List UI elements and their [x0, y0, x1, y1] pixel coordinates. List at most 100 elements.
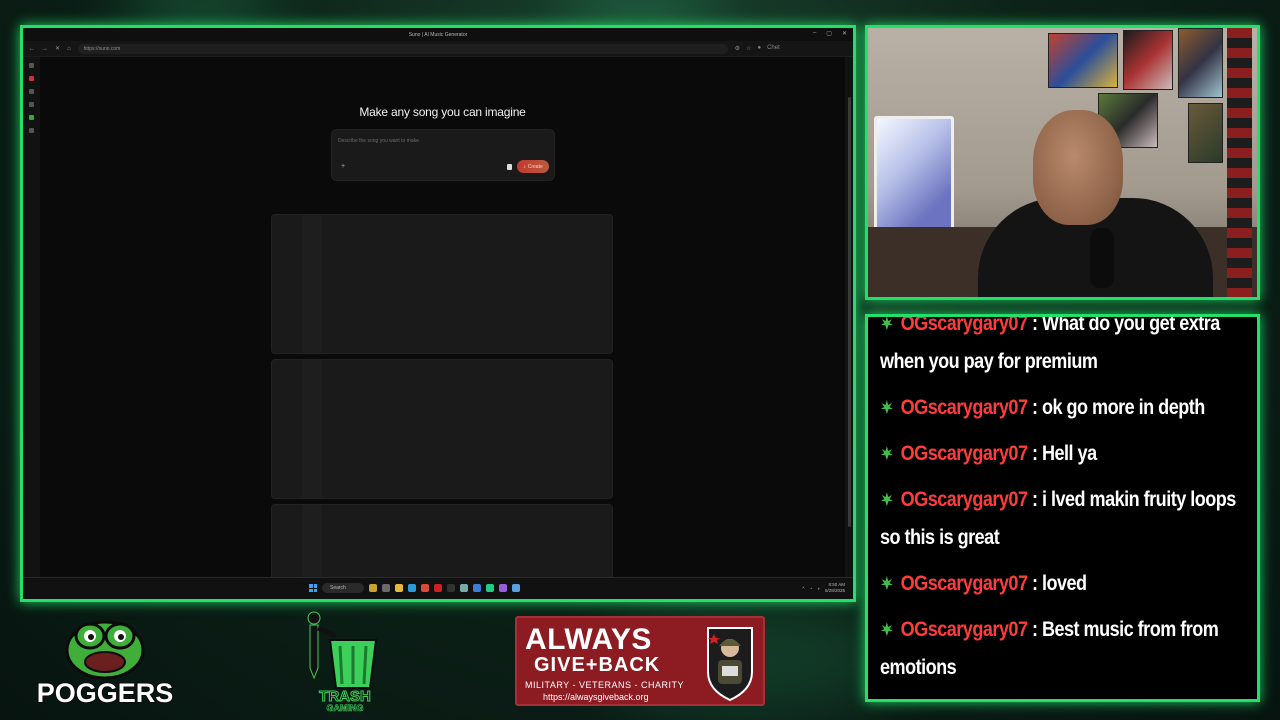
maximize-icon[interactable]: ▢: [826, 30, 832, 37]
song-prompt-input[interactable]: Describe the song you want to make + ♪ C…: [331, 129, 555, 181]
taskbar-app-icon[interactable]: [421, 584, 429, 592]
leaf-icon: [880, 492, 893, 506]
taskbar-app-icon[interactable]: [499, 584, 507, 592]
create-icon: ♪: [523, 163, 526, 170]
clock[interactable]: 8:50 AM 5/28/2025: [825, 582, 845, 594]
leaf-icon: [880, 400, 893, 414]
sidebar-icon[interactable]: [29, 76, 34, 81]
home-icon[interactable]: ⌂: [67, 46, 71, 52]
taskbar-app-icon[interactable]: [434, 584, 442, 592]
shield-icon: [707, 627, 753, 702]
agb-url: https://alwaysgiveback.org: [543, 692, 649, 702]
chat-panel: OGscarygary07 : What do you get extra wh…: [865, 314, 1260, 702]
poggers-logo: POGGERS: [36, 620, 174, 709]
chat-message: OGscarygary07 : Best music from from emo…: [880, 611, 1252, 687]
clock-date: 5/28/2025: [824, 588, 845, 593]
curtain: [1227, 28, 1252, 297]
taskbar-apps: Search: [309, 583, 520, 593]
gaming-pc: [874, 116, 954, 231]
leaf-icon: [880, 622, 893, 636]
poggers-text: POGGERS: [37, 678, 174, 708]
windows-start-icon[interactable]: [309, 584, 317, 592]
agb-tagline: MILITARY - VETERANS - CHARITY: [525, 680, 685, 690]
favorites-icon[interactable]: ☆: [746, 45, 751, 52]
chat-username[interactable]: OGscarygary07: [901, 572, 1028, 595]
sidebar-add-icon[interactable]: [29, 128, 34, 133]
scrollbar[interactable]: [845, 57, 853, 577]
chat-username[interactable]: OGscarygary07: [901, 442, 1028, 465]
sidebar-icon[interactable]: [29, 102, 34, 107]
agb-title: ALWAYS: [525, 623, 652, 656]
volume-icon[interactable]: ◖: [817, 586, 820, 591]
taskbar-search[interactable]: Search: [322, 583, 364, 593]
window-controls: – ▢ ✕: [813, 30, 847, 37]
browser-sidebar: [23, 57, 40, 577]
trash-gaming-logo: TRASH GAMING: [307, 611, 378, 713]
system-tray: ^ ◔ ◖ 8:50 AM 5/28/2025: [802, 582, 845, 594]
webcam-feed: [865, 25, 1260, 300]
suno-page: Make any song you can imagine Describe t…: [40, 57, 845, 584]
url-input[interactable]: https://suno.com: [77, 43, 728, 54]
window-titlebar: Suno | AI Music Generator – ▢ ✕: [23, 28, 853, 41]
chat-username[interactable]: OGscarygary07: [901, 488, 1028, 511]
taskbar-app-icon[interactable]: [512, 584, 520, 592]
forward-icon[interactable]: →: [42, 46, 48, 52]
page-title: Make any song you can imagine: [359, 105, 526, 119]
browser-toolbar: ⚙ ☆ ● Chet: [735, 45, 780, 52]
close-icon[interactable]: ✕: [842, 30, 847, 37]
chat-text: : Hell ya: [1027, 442, 1097, 465]
chat-message: OGscarygary07 : loved: [880, 565, 1252, 603]
search-label: Search: [330, 585, 346, 591]
address-bar: ← → ✕ ⌂ https://suno.com ⚙ ☆ ● Chet: [23, 41, 853, 57]
chat-message: OGscarygary07 : i lved makin fruity loop…: [880, 481, 1252, 557]
trash-bottom-text: GAMING: [327, 703, 364, 713]
extensions-icon[interactable]: ⚙: [735, 45, 740, 52]
agb-subtitle: GIVE+BACK: [534, 654, 661, 676]
taskbar-app-icon[interactable]: [486, 584, 494, 592]
leaf-icon: [880, 576, 893, 590]
prompt-placeholder: Describe the song you want to make: [338, 138, 419, 144]
sidebar-icon[interactable]: [29, 115, 34, 120]
taskbar-app-icon[interactable]: [473, 584, 481, 592]
plus-icon[interactable]: +: [341, 163, 345, 170]
create-button[interactable]: ♪ Create: [517, 160, 549, 173]
profile-name[interactable]: Chet: [767, 45, 780, 52]
leaf-icon: [880, 317, 893, 330]
upload-icon[interactable]: [507, 164, 512, 170]
profile-avatar[interactable]: ●: [757, 45, 761, 52]
stop-icon[interactable]: ✕: [55, 45, 60, 52]
scrollbar-thumb[interactable]: [848, 97, 851, 527]
chat-message: OGscarygary07 : ok go more in depth: [880, 389, 1252, 427]
taskbar-app-icon[interactable]: [447, 584, 455, 592]
chat-username[interactable]: OGscarygary07: [901, 317, 1028, 335]
microphone: [1090, 228, 1114, 288]
taskbar-app-icon[interactable]: [460, 584, 468, 592]
taskbar-app-icon[interactable]: [369, 584, 377, 592]
create-label: Create: [527, 163, 543, 170]
network-icon[interactable]: ◔: [810, 586, 813, 591]
minimize-icon[interactable]: –: [813, 30, 816, 37]
loading-card: [271, 504, 613, 584]
chat-username[interactable]: OGscarygary07: [901, 396, 1028, 419]
leaf-icon: [880, 446, 893, 460]
windows-taskbar: Search ^ ◔ ◖ 8:50 AM 5/28/2025: [23, 577, 853, 599]
chat-username[interactable]: OGscarygary07: [901, 618, 1028, 641]
chat-text: : ok go more in depth: [1027, 396, 1205, 419]
always-give-back-banner: ALWAYS GIVE+BACK MILITARY - VETERANS - C…: [515, 616, 765, 706]
sidebar-icon[interactable]: [29, 63, 34, 68]
chat-message: OGscarygary07 : Hell ya: [880, 435, 1252, 473]
folder-icon[interactable]: [395, 584, 403, 592]
url-text: https://suno.com: [83, 45, 121, 52]
streamer-head: [1033, 110, 1123, 225]
taskbar-app-icon[interactable]: [382, 584, 390, 592]
loading-card: [271, 359, 613, 499]
loading-card: [271, 214, 613, 354]
tray-chevron-icon[interactable]: ^: [802, 586, 804, 591]
chat-text: : loved: [1027, 572, 1087, 595]
sidebar-icon[interactable]: [29, 89, 34, 94]
back-icon[interactable]: ←: [29, 46, 35, 52]
window-title: Suno | AI Music Generator: [408, 31, 468, 38]
chat-message: OGscarygary07 : What do you get extra wh…: [880, 317, 1252, 381]
screen-capture: Suno | AI Music Generator – ▢ ✕ ← → ✕ ⌂ …: [20, 25, 856, 602]
browser-icon[interactable]: [408, 584, 416, 592]
